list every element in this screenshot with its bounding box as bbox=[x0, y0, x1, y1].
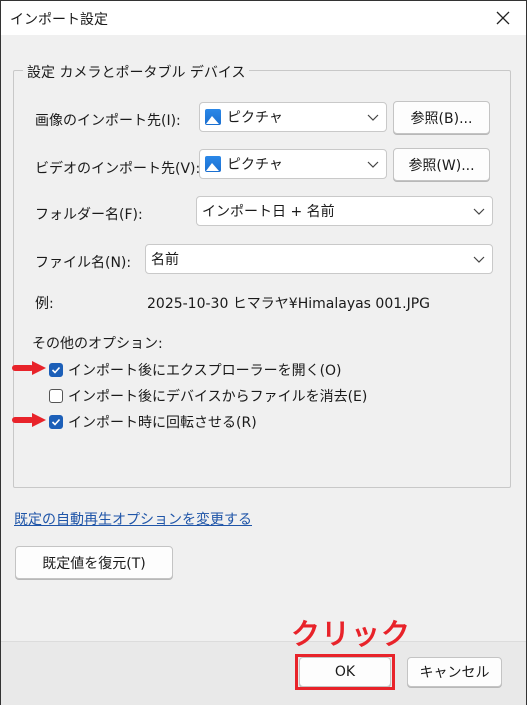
red-arrow-icon bbox=[12, 413, 46, 427]
checkmark-icon bbox=[51, 418, 61, 426]
example-value: 2025-10-30 ヒマラヤ¥Himalayas 001.JPG bbox=[147, 296, 431, 312]
click-annotation: クリック bbox=[291, 617, 412, 651]
change-autoplay-link[interactable]: 既定の自動再生オプションを変更する bbox=[14, 509, 252, 529]
close-icon bbox=[496, 11, 510, 25]
option-open-explorer[interactable]: インポート後にエクスプローラーを開く(O) bbox=[49, 360, 342, 380]
import-settings-dialog: インポート設定 設定 カメラとポータブル デバイス 画像のインポート先(I): … bbox=[0, 0, 527, 705]
cancel-button[interactable]: キャンセル bbox=[407, 657, 502, 687]
ok-button[interactable]: OK bbox=[299, 657, 391, 687]
restore-defaults-button[interactable]: 既定値を復元(T) bbox=[15, 546, 173, 579]
image-destination-select[interactable]: ピクチャ bbox=[199, 102, 387, 132]
option-label: インポート時に回転させる(R) bbox=[68, 415, 257, 431]
checkbox-unchecked[interactable] bbox=[49, 389, 63, 403]
video-destination-value: ピクチャ bbox=[227, 157, 283, 173]
checkmark-icon bbox=[51, 366, 61, 374]
group-legend: 設定 カメラとポータブル デバイス bbox=[23, 62, 250, 82]
image-destination-value: ピクチャ bbox=[227, 110, 283, 126]
close-button[interactable] bbox=[480, 1, 526, 35]
video-destination-label: ビデオのインポート先(V): bbox=[35, 161, 201, 177]
chevron-down-icon bbox=[473, 256, 485, 263]
option-rotate-on-import[interactable]: インポート時に回転させる(R) bbox=[49, 412, 257, 432]
pictures-folder-icon bbox=[205, 109, 221, 125]
chevron-down-icon bbox=[367, 114, 379, 121]
title-bar: インポート設定 bbox=[1, 1, 526, 35]
example-label: 例: bbox=[35, 296, 54, 312]
folder-name-label: フォルダー名(F): bbox=[35, 207, 143, 223]
checkbox-checked[interactable] bbox=[49, 415, 63, 429]
file-name-select[interactable]: 名前 bbox=[145, 244, 493, 274]
file-name-label: ファイル名(N): bbox=[35, 255, 132, 271]
window-title: インポート設定 bbox=[10, 12, 108, 28]
option-delete-after-import[interactable]: インポート後にデバイスからファイルを消去(E) bbox=[49, 386, 367, 406]
video-browse-button[interactable]: 参照(W)... bbox=[393, 148, 490, 181]
folder-name-value: インポート日 + 名前 bbox=[202, 204, 335, 220]
option-label: インポート後にエクスプローラーを開く(O) bbox=[68, 363, 342, 379]
other-options-heading: その他のオプション: bbox=[32, 336, 163, 352]
red-arrow-icon bbox=[12, 361, 46, 375]
image-browse-button[interactable]: 参照(B)... bbox=[393, 101, 490, 134]
chevron-down-icon bbox=[473, 208, 485, 215]
chevron-down-icon bbox=[367, 161, 379, 168]
pictures-folder-icon bbox=[205, 156, 221, 172]
option-label: インポート後にデバイスからファイルを消去(E) bbox=[68, 389, 368, 405]
checkbox-checked[interactable] bbox=[49, 363, 63, 377]
file-name-value: 名前 bbox=[151, 252, 179, 268]
video-destination-select[interactable]: ピクチャ bbox=[199, 149, 387, 179]
folder-name-select[interactable]: インポート日 + 名前 bbox=[196, 196, 493, 226]
image-destination-label: 画像のインポート先(I): bbox=[35, 113, 181, 129]
